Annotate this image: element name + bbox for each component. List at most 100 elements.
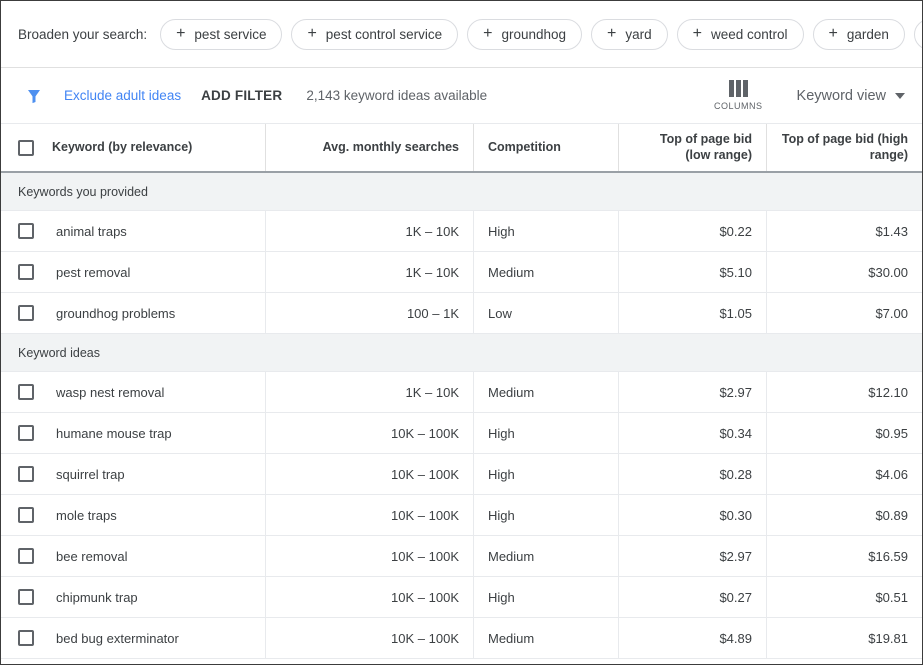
broaden-chip[interactable]: + garden [812, 18, 905, 50]
cell-bid-low: $4.89 [618, 618, 766, 658]
keyword-text: animal traps [56, 223, 127, 239]
table-header-row: Keyword (by relevance) Avg. monthly sear… [1, 123, 922, 173]
cell-keyword: squirrel trap [1, 454, 265, 494]
keyword-view-selector[interactable]: Keyword view [797, 88, 905, 104]
filter-toolbar: Exclude adult ideas ADD FILTER 2,143 key… [1, 68, 922, 123]
row-checkbox[interactable] [18, 223, 34, 239]
exclude-adult-ideas-link[interactable]: Exclude adult ideas [64, 88, 181, 103]
plus-icon: + [607, 25, 617, 42]
cell-avg-monthly-searches: 10K – 100K [265, 577, 473, 617]
cell-avg-monthly-searches: 10K – 100K [265, 536, 473, 576]
columns-icon [728, 80, 748, 97]
broaden-chip[interactable]: + pest service [160, 18, 283, 50]
header-cell-avg-monthly-searches[interactable]: Avg. monthly searches [265, 124, 473, 171]
cell-avg-monthly-searches: 10K – 100K [265, 454, 473, 494]
keyword-text: bed bug exterminator [56, 630, 179, 646]
table-row[interactable]: pest removal 1K – 10K Medium $5.10 $30.00 [1, 252, 922, 293]
keyword-text: squirrel trap [56, 466, 125, 482]
cell-competition: High [473, 413, 618, 453]
cell-keyword: wasp nest removal [1, 372, 265, 412]
row-checkbox[interactable] [18, 548, 34, 564]
cell-competition: High [473, 454, 618, 494]
keyword-text: mole traps [56, 507, 117, 523]
cell-competition: Medium [473, 372, 618, 412]
table-row[interactable]: animal traps 1K – 10K High $0.22 $1.43 [1, 211, 922, 252]
row-checkbox[interactable] [18, 305, 34, 321]
cell-bid-low: $5.10 [618, 252, 766, 292]
broaden-chip-label: groundhog [501, 26, 567, 42]
cell-bid-low: $0.28 [618, 454, 766, 494]
cell-avg-monthly-searches: 100 – 1K [265, 293, 473, 333]
header-cell-bid-low[interactable]: Top of page bid (low range) [618, 124, 766, 171]
keyword-text: wasp nest removal [56, 384, 165, 400]
row-checkbox[interactable] [18, 425, 34, 441]
keyword-text: pest removal [56, 264, 131, 280]
broaden-chip[interactable]: + yard [591, 18, 668, 50]
keyword-text: bee removal [56, 548, 128, 564]
cell-bid-high: $1.43 [766, 211, 922, 251]
row-checkbox[interactable] [18, 466, 34, 482]
broaden-chip-label: yard [625, 26, 652, 42]
cell-competition: Medium [473, 536, 618, 576]
cell-keyword: bee removal [1, 536, 265, 576]
table-section-header: Keyword ideas [1, 334, 922, 372]
row-checkbox[interactable] [18, 384, 34, 400]
header-cell-competition[interactable]: Competition [473, 124, 618, 171]
table-row[interactable]: bee removal 10K – 100K Medium $2.97 $16.59 [1, 536, 922, 577]
table-row[interactable]: humane mouse trap 10K – 100K High $0.34 $0.9… [1, 413, 922, 454]
row-checkbox[interactable] [18, 630, 34, 646]
add-filter-button[interactable]: ADD FILTER [201, 88, 282, 103]
cell-competition: Low [473, 293, 618, 333]
columns-button[interactable]: COLUMNS [714, 80, 763, 111]
keyword-text: humane mouse trap [56, 425, 172, 441]
cell-keyword: animal traps [1, 211, 265, 251]
broaden-chip-label: pest control service [325, 26, 443, 42]
broaden-search-label: Broaden your search: [18, 26, 148, 42]
table-row[interactable]: groundhog problems 100 – 1K Low $1.05 $7.00 [1, 293, 922, 334]
cell-bid-low: $0.22 [618, 211, 766, 251]
broaden-search-bar: Broaden your search: + pest service + pest … [1, 1, 922, 68]
cell-avg-monthly-searches: 10K – 100K [265, 618, 473, 658]
funnel-icon[interactable] [25, 87, 43, 105]
cell-keyword: mole traps [1, 495, 265, 535]
plus-icon: + [692, 25, 702, 42]
header-cell-bid-high[interactable]: Top of page bid (high range) [766, 124, 922, 171]
cell-bid-low: $2.97 [618, 372, 766, 412]
plus-icon: + [307, 25, 317, 42]
table-row[interactable]: squirrel trap 10K – 100K High $0.28 $4.06 [1, 454, 922, 495]
cell-keyword: bed bug exterminator [1, 618, 265, 658]
table-row[interactable]: mole traps 10K – 100K High $0.30 $0.89 [1, 495, 922, 536]
row-checkbox[interactable] [18, 264, 34, 280]
table-row[interactable]: chipmunk trap 10K – 100K High $0.27 $0.51 [1, 577, 922, 618]
broaden-chip-label: pest service [194, 26, 267, 42]
keyword-planner-page: Broaden your search: + pest service + pest … [0, 0, 923, 665]
cell-bid-high: $30.00 [766, 252, 922, 292]
cell-avg-monthly-searches: 10K – 100K [265, 413, 473, 453]
broaden-chip[interactable]: + weed control [676, 18, 804, 50]
row-checkbox[interactable] [18, 507, 34, 523]
plus-icon: + [828, 25, 838, 42]
cell-keyword: chipmunk trap [1, 577, 265, 617]
cell-bid-low: $0.30 [618, 495, 766, 535]
cell-avg-monthly-searches: 1K – 10K [265, 211, 473, 251]
cell-bid-high: $7.00 [766, 293, 922, 333]
toolbar-right-group: COLUMNS Keyword view [714, 80, 905, 111]
table-row[interactable]: wasp nest removal 1K – 10K Medium $2.97 $12.… [1, 372, 922, 413]
row-checkbox[interactable] [18, 589, 34, 605]
cell-bid-low: $1.05 [618, 293, 766, 333]
plus-icon: + [483, 25, 493, 42]
cell-keyword: pest removal [1, 252, 265, 292]
broaden-chip[interactable]: + groundhog [467, 18, 583, 50]
cell-bid-low: $0.27 [618, 577, 766, 617]
select-all-checkbox[interactable] [18, 139, 34, 156]
cell-bid-high: $0.95 [766, 413, 922, 453]
table-row[interactable]: bed bug exterminator 10K – 100K Medium $4.8… [1, 618, 922, 659]
cell-competition: Medium [473, 252, 618, 292]
broaden-chip[interactable]: + pest control service [291, 18, 459, 50]
cell-competition: High [473, 211, 618, 251]
cell-keyword: humane mouse trap [1, 413, 265, 453]
broaden-chip[interactable]: +pest inspection [913, 18, 922, 50]
chevron-down-icon [895, 92, 905, 99]
cell-competition: High [473, 577, 618, 617]
cell-bid-low: $0.34 [618, 413, 766, 453]
